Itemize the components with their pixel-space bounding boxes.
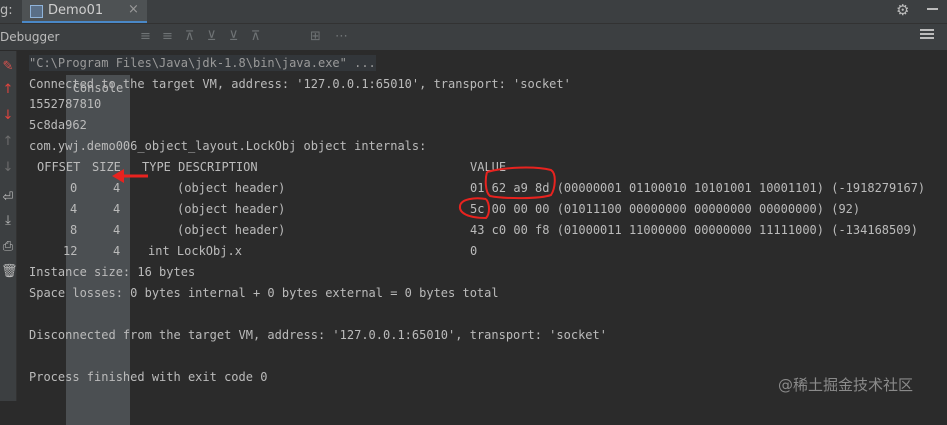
row-1-size: 4 <box>113 202 121 216</box>
tab-demo01[interactable]: Demo01 × <box>22 0 147 23</box>
wrap-icon[interactable]: ⏎ <box>1 191 15 205</box>
step-out-icon[interactable]: ⊼ <box>248 29 263 44</box>
close-tab-icon[interactable]: × <box>128 2 139 17</box>
row-0-desc: (object header) <box>177 181 286 195</box>
console-sidebar: ✎ ↑ ↓ ↑ ↓ ⏎ ⤓ ⎙ 🗑 <box>0 51 18 401</box>
more-icon[interactable]: ⋯ <box>334 29 349 44</box>
evaluate-icon[interactable]: ⊞ <box>308 29 323 44</box>
step-down-icon[interactable]: ↓ <box>1 109 15 123</box>
row-3-desc: int LockObj.x <box>148 244 242 258</box>
layout-icon[interactable] <box>920 29 934 41</box>
command-line: "C:\Program Files\Java\jdk-1.8\bin\java.… <box>29 55 376 71</box>
space-losses-line: Space losses: 0 bytes internal + 0 bytes… <box>29 286 499 300</box>
row-1-offset: 4 <box>70 202 78 216</box>
row-0-offset: 0 <box>70 181 78 195</box>
step-out-icon[interactable]: ↑ <box>1 135 15 149</box>
hash-decimal-line: 1552787810 <box>29 97 102 111</box>
tab-debugger[interactable]: Debugger <box>0 24 59 50</box>
minimize-icon[interactable] <box>927 8 938 10</box>
force-step-into-icon[interactable]: ⊻ <box>226 29 241 44</box>
step-into-icon[interactable]: ⊻ <box>204 29 219 44</box>
header-type: TYPE DESCRIPTION <box>142 160 258 174</box>
title-bar: g: Demo01 × ⚙ <box>0 0 947 24</box>
row-1-value: 5c 00 00 00 (01011100 00000000 00000000 … <box>470 202 861 216</box>
header-offset: OFFSET <box>37 160 81 174</box>
debug-window-label: g: <box>0 3 13 18</box>
console-output[interactable]: "C:\Program Files\Java\jdk-1.8\bin\java.… <box>17 51 947 401</box>
row-3-offset: 12 <box>63 244 78 258</box>
row-2-value: 43 c0 00 f8 (01000011 11000000 00000000 … <box>470 223 918 237</box>
instance-size-line: Instance size: 16 bytes <box>29 265 196 279</box>
run-config-icon <box>30 5 43 18</box>
step-up-icon[interactable]: ↑ <box>1 83 15 97</box>
row-1-desc: (object header) <box>177 202 286 216</box>
connected-line: Connected to the target VM, address: '12… <box>29 77 571 91</box>
row-3-value: 0 <box>470 244 478 258</box>
step-into-icon[interactable]: ↓ <box>1 161 15 175</box>
row-3-size: 4 <box>113 244 121 258</box>
watermark: @稀土掘金技术社区 <box>778 376 914 394</box>
debug-toolbar: Debugger Console ≡ ≡ ⊼ ⊻ ⊻ ⊼ ⊞ ⋯ <box>0 24 947 425</box>
row-2-offset: 8 <box>70 223 78 237</box>
object-title-line: com.ywj.demo006_object_layout.LockObj ob… <box>29 139 427 153</box>
tab-demo01-label: Demo01 <box>48 3 104 18</box>
row-2-desc: (object header) <box>177 223 286 237</box>
hash-hex-line: 5c8da962 <box>29 118 87 132</box>
exit-line: Process finished with exit code 0 <box>29 370 268 384</box>
disconnected-line: Disconnected from the target VM, address… <box>29 328 607 342</box>
threads-icon[interactable]: ≡ <box>138 29 153 44</box>
stop-icon[interactable]: ✎ <box>1 60 15 74</box>
frames-icon[interactable]: ≡ <box>160 29 175 44</box>
print-icon[interactable]: ⎙ <box>1 240 15 254</box>
header-value: VALUE <box>470 160 507 174</box>
annotation-arrow-icon <box>112 169 148 183</box>
row-2-size: 4 <box>113 223 121 237</box>
row-0-value: 01 62 a9 8d (00000001 01100010 10101001 … <box>470 181 926 195</box>
trash-icon[interactable]: 🗑 <box>1 265 18 279</box>
step-over-icon[interactable]: ⊼ <box>182 29 197 44</box>
scroll-end-icon[interactable]: ⤓ <box>1 214 15 228</box>
gear-icon[interactable]: ⚙ <box>896 1 909 19</box>
